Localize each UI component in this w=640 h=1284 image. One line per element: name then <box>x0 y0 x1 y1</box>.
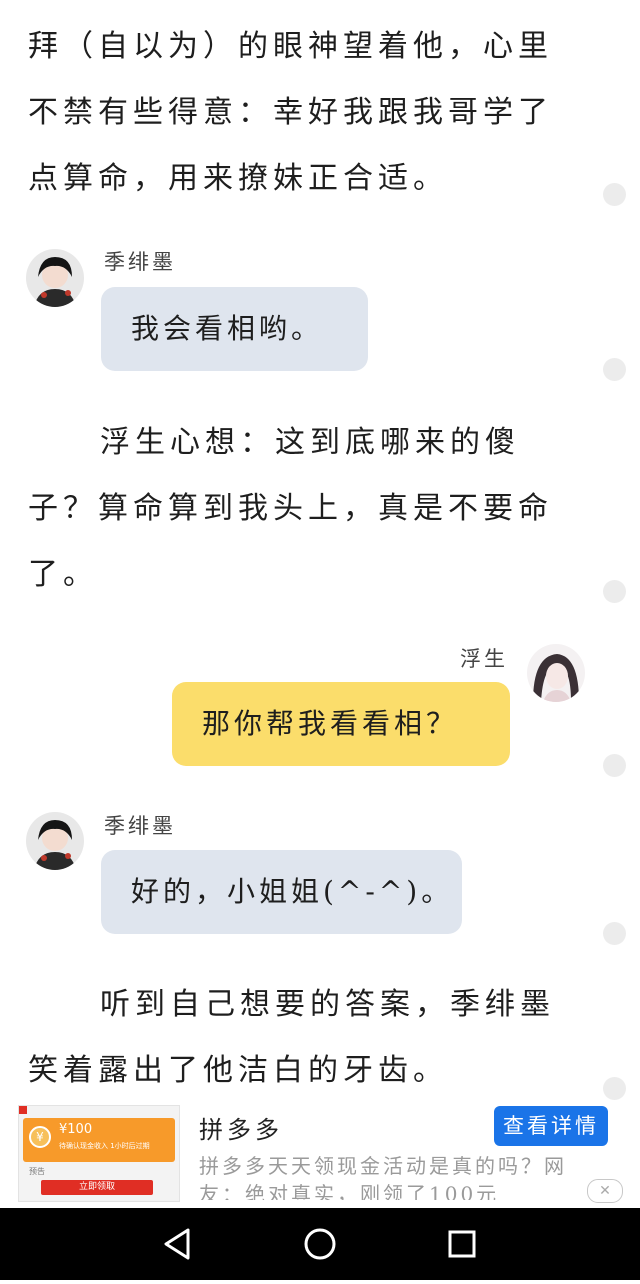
scroll-dot <box>603 1077 626 1100</box>
triangle-back-icon <box>164 1228 190 1260</box>
ad-title[interactable]: 拼多多 <box>199 1110 283 1145</box>
navigation-bar <box>0 1208 640 1280</box>
story-paragraph: 听到自己想要的答案，季绯墨笑着露出了他洁白的牙齿。 <box>28 987 555 1088</box>
message-bubble: 我会看相哟。 <box>101 287 368 371</box>
ad-tag <box>19 1106 27 1114</box>
ad-coupon-subtitle: 待确认现金收入 1小时后过期 <box>59 1142 150 1150</box>
scroll-dot <box>603 580 626 603</box>
home-button[interactable] <box>280 1208 360 1280</box>
ad-image[interactable]: ¥ ¥100 待确认现金收入 1小时后过期 预告 立即领取 <box>18 1105 180 1202</box>
close-icon[interactable]: ✕ <box>587 1179 623 1203</box>
ad-description[interactable]: 拼多多天天领现金活动是真的吗？网友：绝对真实，刚领了100元 <box>199 1152 604 1200</box>
avatar[interactable] <box>26 812 84 870</box>
square-recents-icon <box>448 1230 476 1258</box>
story-paragraph: 浮生心想：这到底哪来的傻子？算命算到我头上，真是不要命了。 <box>28 425 553 592</box>
speaker-name: 季绯墨 <box>104 814 176 838</box>
speaker-name: 季绯墨 <box>104 250 176 274</box>
scroll-dot <box>603 922 626 945</box>
ad-image-cta: 立即领取 <box>41 1180 153 1195</box>
message-bubble: 那你帮我看看相？ <box>172 682 510 766</box>
speaker-name: 浮生 <box>460 647 508 671</box>
scroll-dot <box>603 754 626 777</box>
story-paragraph: 拜（自以为）的眼神望着他，心里不禁有些得意：幸好我跟我哥学了点算命，用来撩妹正合… <box>28 29 553 196</box>
view-details-button[interactable]: 查看详情 <box>494 1106 608 1146</box>
scroll-dot <box>603 358 626 381</box>
ad-coupon-amount: ¥100 <box>59 1122 93 1137</box>
message-bubble: 好的，小姐姐(^-^)。 <box>101 850 462 934</box>
currency-icon: ¥ <box>29 1126 51 1148</box>
avatar[interactable] <box>26 249 84 307</box>
scroll-dot <box>603 183 626 206</box>
ad-image-text: 预告 <box>29 1167 45 1176</box>
avatar[interactable] <box>527 644 585 702</box>
circle-home-icon <box>304 1228 336 1260</box>
back-button[interactable] <box>138 1208 218 1280</box>
recents-button[interactable] <box>422 1208 502 1280</box>
